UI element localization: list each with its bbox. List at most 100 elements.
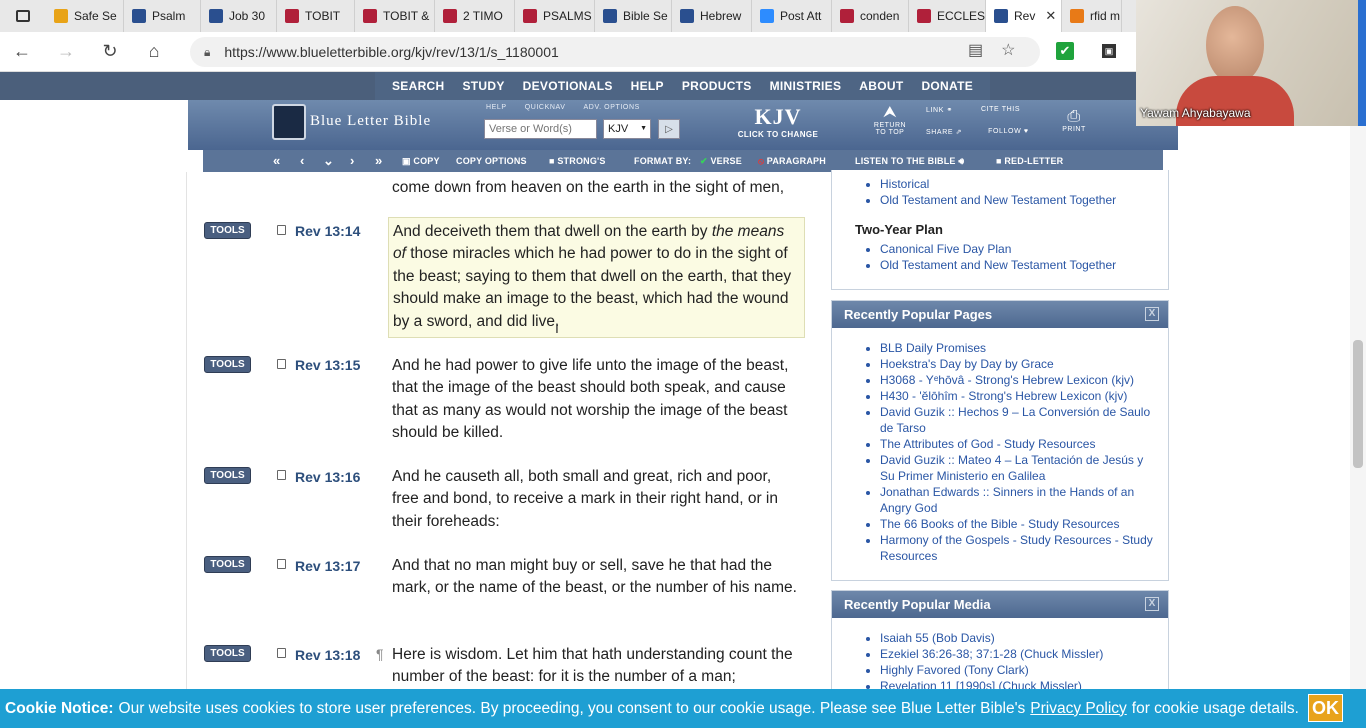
tools-button[interactable]: TOOLS xyxy=(204,222,251,239)
nav-donate[interactable]: DONATE xyxy=(912,72,982,100)
previous-chapter-icon[interactable]: ‹ xyxy=(300,150,304,172)
format-paragraph-option[interactable]: ⦸ PARAGRAPH xyxy=(758,150,826,172)
tools-button[interactable]: TOOLS xyxy=(204,467,251,484)
browser-tab[interactable]: rfid m xyxy=(1062,0,1122,32)
copy-options-button[interactable]: COPY OPTIONS xyxy=(456,150,527,172)
browser-tab[interactable]: TOBIT & xyxy=(355,0,435,32)
verse-ref[interactable]: Rev 13:15 xyxy=(295,357,360,373)
plan-link[interactable]: Canonical Five Day Plan xyxy=(880,241,1156,257)
nav-search[interactable]: SEARCH xyxy=(383,72,453,100)
close-icon[interactable]: X xyxy=(1145,307,1159,321)
share-button[interactable]: SHARE ⇗ xyxy=(926,128,962,136)
red-letter-toggle[interactable]: ■ RED-LETTER xyxy=(996,150,1063,172)
cookie-notice-text-end: for cookie usage details. xyxy=(1131,699,1299,717)
reader-view-icon[interactable]: ▤ xyxy=(968,40,983,60)
popular-page-link[interactable]: H3068 - Yᵉhōvâ - Strong's Hebrew Lexicon… xyxy=(880,372,1156,388)
browser-tab[interactable]: Psalm xyxy=(124,0,201,32)
copy-button[interactable]: ▣ COPY xyxy=(402,150,440,172)
last-chapter-icon[interactable]: » xyxy=(375,150,382,172)
tools-button[interactable]: TOOLS xyxy=(204,645,251,662)
browser-tab[interactable]: TOBIT xyxy=(277,0,355,32)
first-chapter-icon[interactable]: « xyxy=(273,150,280,172)
popular-page-link[interactable]: David Guzik :: Mateo 4 – La Tentación de… xyxy=(880,452,1156,484)
version-change-button[interactable]: KJV CLICK TO CHANGE xyxy=(733,104,823,139)
verse-ref[interactable]: Rev 13:17 xyxy=(295,558,360,574)
verse-search-input[interactable] xyxy=(484,119,597,139)
strongs-toggle[interactable]: ■ STRONG'S xyxy=(549,150,606,172)
plan-link[interactable]: Historical xyxy=(880,176,1156,192)
nav-study[interactable]: STUDY xyxy=(453,72,513,100)
extension-check-icon[interactable]: ✔ xyxy=(1056,42,1074,60)
listen-button[interactable]: LISTEN TO THE BIBLE 🔊︎ xyxy=(855,150,964,172)
blb-logo-icon[interactable] xyxy=(272,104,306,140)
popular-page-link[interactable]: H430 - 'ĕlōhîm - Strong's Hebrew Lexicon… xyxy=(880,388,1156,404)
copy-verse-icon[interactable] xyxy=(277,559,286,569)
popular-media-link[interactable]: Highly Favored (Tony Clark) xyxy=(880,662,1156,678)
popular-page-link[interactable]: Harmony of the Gospels - Study Resources… xyxy=(880,532,1156,564)
tab-close-icon[interactable]: ✕ xyxy=(1045,8,1056,24)
home-button[interactable]: ⌂ xyxy=(132,32,176,72)
version-select[interactable]: KJV ▼ xyxy=(603,119,651,139)
popular-media-link[interactable]: Ezekiel 36:26-38; 37:1-28 (Chuck Missler… xyxy=(880,646,1156,662)
scrollbar-thumb[interactable] xyxy=(1353,340,1363,468)
link-button[interactable]: LINK ⚭ xyxy=(926,106,953,114)
popular-media-link[interactable]: Isaiah 55 (Bob Davis) xyxy=(880,630,1156,646)
browser-tab[interactable]: Hebrew xyxy=(672,0,752,32)
adv-options-label[interactable]: ADV. OPTIONS xyxy=(584,104,640,111)
copy-verse-icon[interactable] xyxy=(277,648,286,658)
nav-help[interactable]: HELP xyxy=(622,72,673,100)
popular-page-link[interactable]: David Guzik :: Hechos 9 – La Conversión … xyxy=(880,404,1156,436)
popular-page-link[interactable]: The Attributes of God - Study Resources xyxy=(880,436,1156,452)
tools-button[interactable]: TOOLS xyxy=(204,356,251,373)
copy-verse-icon[interactable] xyxy=(277,470,286,480)
browser-tab[interactable]: Post Att xyxy=(752,0,832,32)
popular-page-link[interactable]: The 66 Books of the Bible - Study Resour… xyxy=(880,516,1156,532)
popular-page-link[interactable]: Jonathan Edwards :: Sinners in the Hands… xyxy=(880,484,1156,516)
browser-tab[interactable]: Rev ✕ xyxy=(986,0,1062,32)
site-logo-text[interactable]: Blue Letter Bible xyxy=(310,113,431,130)
nav-devotionals[interactable]: DEVOTIONALS xyxy=(514,72,622,100)
forward-button[interactable]: → xyxy=(44,32,88,72)
verse-ref[interactable]: Rev 13:14 xyxy=(295,223,360,239)
nav-products[interactable]: PRODUCTS xyxy=(673,72,761,100)
browser-tab[interactable]: 2 TIMO xyxy=(435,0,515,32)
page-scrollbar[interactable] xyxy=(1350,72,1366,692)
browser-tab[interactable]: ECCLES xyxy=(909,0,986,32)
cookie-ok-button[interactable]: OK xyxy=(1308,694,1343,722)
favorite-star-icon[interactable]: ☆ xyxy=(1001,40,1015,60)
close-icon[interactable]: X xyxy=(1145,597,1159,611)
next-chapter-icon[interactable]: › xyxy=(350,150,354,172)
tools-button[interactable]: TOOLS xyxy=(204,556,251,573)
cite-this-button[interactable]: CITE THIS xyxy=(981,106,1020,114)
tab-actions-button[interactable] xyxy=(0,0,46,32)
nav-about[interactable]: ABOUT xyxy=(850,72,912,100)
plan-link[interactable]: Old Testament and New Testament Together xyxy=(880,192,1156,208)
browser-tab[interactable]: Job 30 xyxy=(201,0,277,32)
refresh-button[interactable]: ↻ xyxy=(88,32,132,72)
browser-tab[interactable]: conden xyxy=(832,0,909,32)
plan-link[interactable]: Old Testament and New Testament Together xyxy=(880,257,1156,273)
search-go-button[interactable]: ▷ xyxy=(658,119,680,139)
extension-icon[interactable]: ▣ xyxy=(1102,44,1116,58)
popular-page-link[interactable]: Hoekstra's Day by Day by Grace xyxy=(880,356,1156,372)
print-button[interactable]: ⎙ PRINT xyxy=(1056,108,1092,133)
nav-ministries[interactable]: MINISTRIES xyxy=(761,72,851,100)
popular-page-link[interactable]: BLB Daily Promises xyxy=(880,340,1156,356)
browser-tab[interactable]: Bible Se xyxy=(595,0,672,32)
browser-tab[interactable]: PSALMS xyxy=(515,0,595,32)
return-to-top-button[interactable]: ⮝ RETURN TO TOP xyxy=(870,104,910,136)
quicknav-label[interactable]: QUICKNAV xyxy=(525,104,566,111)
copy-verse-icon[interactable] xyxy=(277,359,286,369)
verse-ref[interactable]: Rev 13:18 xyxy=(295,647,360,663)
privacy-policy-link[interactable]: Privacy Policy xyxy=(1030,700,1126,718)
help-label[interactable]: HELP xyxy=(486,104,507,111)
back-button[interactable]: ← xyxy=(0,32,44,72)
follow-button[interactable]: FOLLOW ♥ xyxy=(988,128,1028,136)
copy-verse-icon[interactable] xyxy=(277,225,286,235)
format-verse-option[interactable]: ✔ VERSE xyxy=(700,150,742,172)
chapter-select-icon[interactable]: ⌄ xyxy=(323,150,334,172)
verse-ref[interactable]: Rev 13:16 xyxy=(295,469,360,485)
address-bar[interactable]: 🔒︎ https://www.blueletterbible.org/kjv/r… xyxy=(190,37,1040,67)
lock-icon: 🔒︎ xyxy=(204,44,211,59)
browser-tab[interactable]: Safe Se xyxy=(46,0,124,32)
